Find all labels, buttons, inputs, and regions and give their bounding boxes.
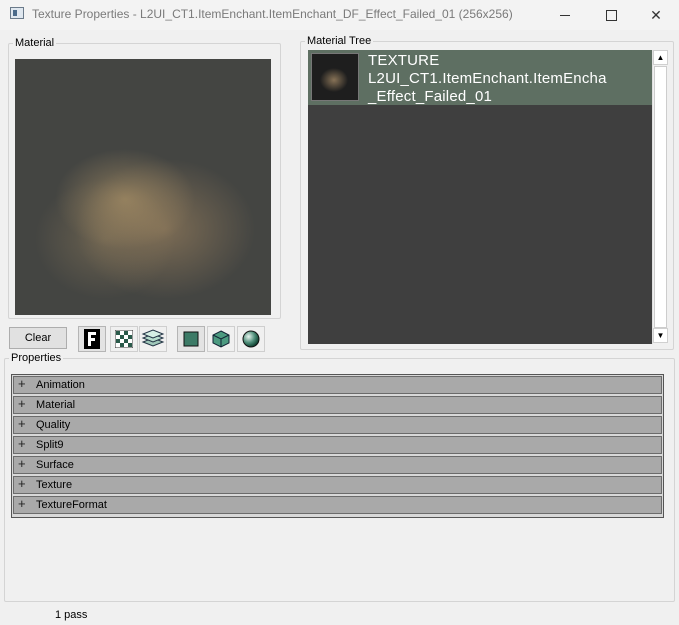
close-icon: ✕ <box>650 6 662 23</box>
property-row-texture[interactable]: + Texture <box>13 476 662 494</box>
minimize-icon <box>560 14 570 16</box>
sphere-preview-button[interactable] <box>237 326 265 352</box>
font-toggle-button[interactable] <box>78 326 106 352</box>
expand-icon[interactable]: + <box>18 476 26 491</box>
window-title: Texture Properties - L2UI_CT1.ItemEnchan… <box>32 7 513 21</box>
expand-icon[interactable]: + <box>18 456 26 471</box>
minimize-button[interactable] <box>542 0 588 30</box>
plane-preview-button[interactable] <box>177 326 205 352</box>
property-row-animation[interactable]: + Animation <box>13 376 662 394</box>
tree-item-texture[interactable]: TEXTURE L2UI_CT1.ItemEnchant.ItemEncha _… <box>308 50 652 105</box>
properties-group-label: Properties <box>11 352 62 364</box>
scroll-down-icon: ▼ <box>656 331 665 340</box>
expand-icon[interactable]: + <box>18 396 26 411</box>
tree-scrollbar[interactable]: ▲ ▼ <box>652 50 668 344</box>
scroll-thumb[interactable] <box>654 66 667 328</box>
cube-icon <box>212 330 230 348</box>
font-icon <box>84 329 100 349</box>
layers-icon <box>141 329 165 347</box>
expand-icon[interactable]: + <box>18 436 26 451</box>
property-row-surface[interactable]: + Surface <box>13 456 662 474</box>
material-group-label: Material <box>15 37 55 49</box>
property-label: TextureFormat <box>36 499 107 511</box>
property-row-quality[interactable]: + Quality <box>13 416 662 434</box>
material-tree-group-label: Material Tree <box>307 35 372 47</box>
maximize-icon <box>605 9 617 21</box>
scroll-up-button[interactable]: ▲ <box>653 50 668 65</box>
property-row-textureformat[interactable]: + TextureFormat <box>13 496 662 514</box>
status-text: 1 pass <box>55 609 88 621</box>
title-bar: Texture Properties - L2UI_CT1.ItemEnchan… <box>0 0 679 30</box>
scroll-up-icon: ▲ <box>656 53 665 62</box>
sphere-icon <box>242 330 260 348</box>
maximize-button[interactable] <box>588 0 634 30</box>
expand-icon[interactable]: + <box>18 496 26 511</box>
layers-button[interactable] <box>139 326 167 352</box>
expand-icon[interactable]: + <box>18 416 26 431</box>
checker-button[interactable] <box>110 326 138 352</box>
tree-item-name-line2: _Effect_Failed_01 <box>368 88 493 105</box>
property-row-split9[interactable]: + Split9 <box>13 436 662 454</box>
square-icon <box>183 331 199 347</box>
material-tree[interactable]: TEXTURE L2UI_CT1.ItemEnchant.ItemEncha _… <box>308 50 652 344</box>
property-row-material[interactable]: + Material <box>13 396 662 414</box>
property-label: Split9 <box>36 439 64 451</box>
property-label: Texture <box>36 479 73 491</box>
tree-item-name-line1: L2UI_CT1.ItemEnchant.ItemEncha <box>368 70 607 87</box>
tree-item-type: TEXTURE <box>368 52 440 69</box>
cube-preview-button[interactable] <box>207 326 235 352</box>
material-preview <box>15 59 271 315</box>
property-label: Material <box>36 399 76 411</box>
property-label: Quality <box>36 419 71 431</box>
texture-thumbnail <box>311 53 359 101</box>
properties-list: + Animation + Material + Quality + Split… <box>11 374 664 518</box>
clear-button[interactable]: Clear <box>9 327 67 349</box>
property-label: Surface <box>36 459 74 471</box>
property-label: Animation <box>36 379 85 391</box>
checker-icon <box>115 330 133 348</box>
app-icon <box>10 7 24 19</box>
expand-icon[interactable]: + <box>18 376 26 391</box>
close-button[interactable]: ✕ <box>633 0 679 30</box>
scroll-down-button[interactable]: ▼ <box>653 328 668 343</box>
